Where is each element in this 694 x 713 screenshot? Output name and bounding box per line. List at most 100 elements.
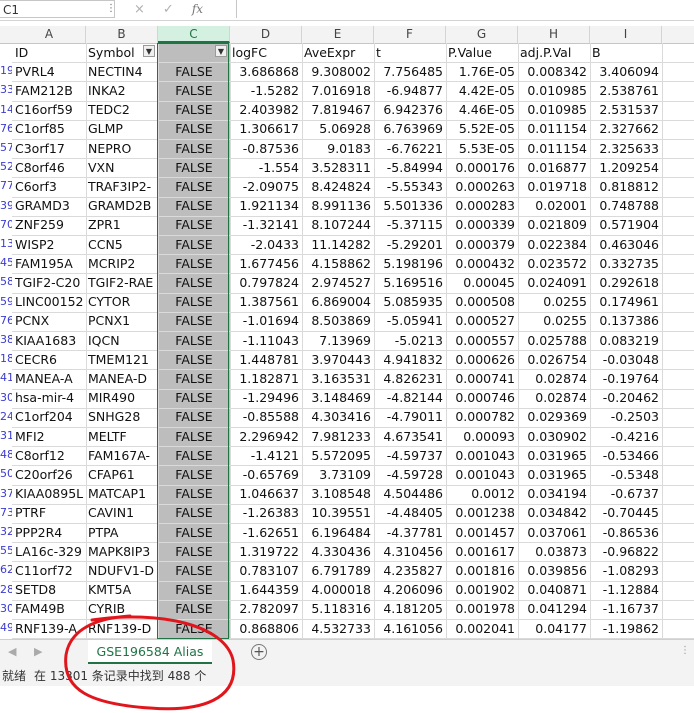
cell-d[interactable]: 1.319722 [230, 543, 302, 561]
cell-h[interactable]: 0.022384 [518, 236, 590, 254]
cell-d[interactable]: 2.403982 [230, 101, 302, 119]
cell-a[interactable]: PTRF [13, 504, 86, 522]
cell-d[interactable]: -1.5282 [230, 82, 302, 100]
cell-d[interactable]: -1.554 [230, 159, 302, 177]
cell-g[interactable]: 4.42E-05 [446, 82, 518, 100]
cell-g[interactable]: 0.00045 [446, 274, 518, 292]
cell-f[interactable]: 4.826231 [374, 370, 446, 388]
cell-h[interactable]: 0.040871 [518, 581, 590, 599]
column-header-a[interactable]: A [13, 26, 86, 43]
cell-b[interactable]: TGIF2-RAE [86, 274, 158, 292]
cell-i[interactable]: 0.137386 [590, 312, 662, 330]
cell-e[interactable]: 5.06928 [302, 120, 374, 138]
column-header-f[interactable]: F [374, 26, 446, 43]
cell-c[interactable]: FALSE [158, 524, 230, 542]
cell-g[interactable]: 0.00093 [446, 428, 518, 446]
cell-h[interactable]: 0.037061 [518, 524, 590, 542]
cell-i[interactable]: 0.748788 [590, 197, 662, 215]
cell-g[interactable]: 0.001978 [446, 600, 518, 618]
cell-f[interactable]: -6.76221 [374, 140, 446, 158]
header-cell-e[interactable]: AveExpr [302, 44, 374, 62]
cell-d[interactable]: -0.85588 [230, 408, 302, 426]
cell-b[interactable]: TMEM121 [86, 351, 158, 369]
cell-c[interactable]: FALSE [158, 255, 230, 273]
cell-c[interactable]: FALSE [158, 370, 230, 388]
cell-i[interactable]: 0.292618 [590, 274, 662, 292]
cell-f[interactable]: 4.310456 [374, 543, 446, 561]
cell-g[interactable]: 0.001043 [446, 447, 518, 465]
cell-e[interactable]: 8.503869 [302, 312, 374, 330]
cell-g[interactable]: 0.000626 [446, 351, 518, 369]
cell-d[interactable]: -0.87536 [230, 140, 302, 158]
cell-e[interactable]: 5.572095 [302, 447, 374, 465]
cell-e[interactable]: 6.791789 [302, 562, 374, 580]
cell-c[interactable]: FALSE [158, 274, 230, 292]
cell-g[interactable]: 5.53E-05 [446, 140, 518, 158]
row-number[interactable]: 58 [0, 275, 12, 288]
cell-d[interactable]: 1.448781 [230, 351, 302, 369]
cell-h[interactable]: 0.023572 [518, 255, 590, 273]
cell-h[interactable]: 0.031965 [518, 447, 590, 465]
row-number[interactable]: 30 [0, 602, 12, 615]
cell-b[interactable]: ZPR1 [86, 216, 158, 234]
header-cell-a[interactable]: ID [13, 44, 86, 62]
cell-i[interactable]: -0.53466 [590, 447, 662, 465]
cell-b[interactable]: CYRIB [86, 600, 158, 618]
cell-f[interactable]: -4.82144 [374, 389, 446, 407]
cell-a[interactable]: TGIF2-C20 [13, 274, 86, 292]
column-header-d[interactable]: D [230, 26, 302, 43]
column-header-b[interactable]: B [86, 26, 158, 43]
cell-a[interactable]: C8orf12 [13, 447, 86, 465]
cell-b[interactable]: GLMP [86, 120, 158, 138]
cell-f[interactable]: -4.79011 [374, 408, 446, 426]
cell-e[interactable]: 8.107244 [302, 216, 374, 234]
prev-sheet-icon[interactable]: ◀ [8, 645, 16, 658]
cell-i[interactable]: -1.12884 [590, 581, 662, 599]
cell-i[interactable]: -0.19764 [590, 370, 662, 388]
row-number[interactable]: 48 [0, 448, 12, 461]
cell-g[interactable]: 0.000782 [446, 408, 518, 426]
cell-g[interactable]: 0.000263 [446, 178, 518, 196]
cell-d[interactable]: 1.182871 [230, 370, 302, 388]
row-number[interactable]: 76 [0, 122, 12, 135]
row-number[interactable]: 41 [0, 371, 12, 384]
cell-d[interactable]: 1.644359 [230, 581, 302, 599]
cell-c[interactable]: FALSE [158, 178, 230, 196]
cell-d[interactable]: 1.677456 [230, 255, 302, 273]
cell-h[interactable]: 0.010985 [518, 82, 590, 100]
cell-a[interactable]: FAM212B [13, 82, 86, 100]
column-header-e[interactable]: E [302, 26, 374, 43]
cell-d[interactable]: -1.32141 [230, 216, 302, 234]
cell-g[interactable]: 1.76E-05 [446, 63, 518, 81]
cell-e[interactable]: 4.000018 [302, 581, 374, 599]
cell-d[interactable]: 0.868806 [230, 620, 302, 638]
cell-c[interactable]: FALSE [158, 332, 230, 350]
add-sheet-icon[interactable]: + [251, 644, 267, 660]
cell-a[interactable]: PVRL4 [13, 63, 86, 81]
cell-i[interactable]: -0.03048 [590, 351, 662, 369]
cell-f[interactable]: -6.94877 [374, 82, 446, 100]
cell-h[interactable]: 0.026754 [518, 351, 590, 369]
cell-h[interactable]: 0.031965 [518, 466, 590, 484]
cell-h[interactable]: 0.02001 [518, 197, 590, 215]
cell-a[interactable]: CECR6 [13, 351, 86, 369]
cell-c[interactable]: FALSE [158, 236, 230, 254]
cell-g[interactable]: 0.001902 [446, 581, 518, 599]
cell-f[interactable]: 5.501336 [374, 197, 446, 215]
cell-d[interactable]: 1.387561 [230, 293, 302, 311]
cell-d[interactable]: 1.046637 [230, 485, 302, 503]
row-number[interactable]: 76 [0, 314, 12, 327]
cell-g[interactable]: 0.002041 [446, 620, 518, 638]
cell-f[interactable]: 4.161056 [374, 620, 446, 638]
cell-c[interactable]: FALSE [158, 562, 230, 580]
cell-e[interactable]: 11.14282 [302, 236, 374, 254]
row-number[interactable]: 32 [0, 525, 12, 538]
cell-e[interactable]: 4.158862 [302, 255, 374, 273]
cell-d[interactable]: -2.0433 [230, 236, 302, 254]
header-cell-f[interactable]: t [374, 44, 446, 62]
header-cell-d[interactable]: logFC [230, 44, 302, 62]
column-header-g[interactable]: G [446, 26, 518, 43]
cell-c[interactable]: FALSE [158, 428, 230, 446]
cell-i[interactable]: 0.463046 [590, 236, 662, 254]
row-number[interactable]: 13 [0, 237, 12, 250]
